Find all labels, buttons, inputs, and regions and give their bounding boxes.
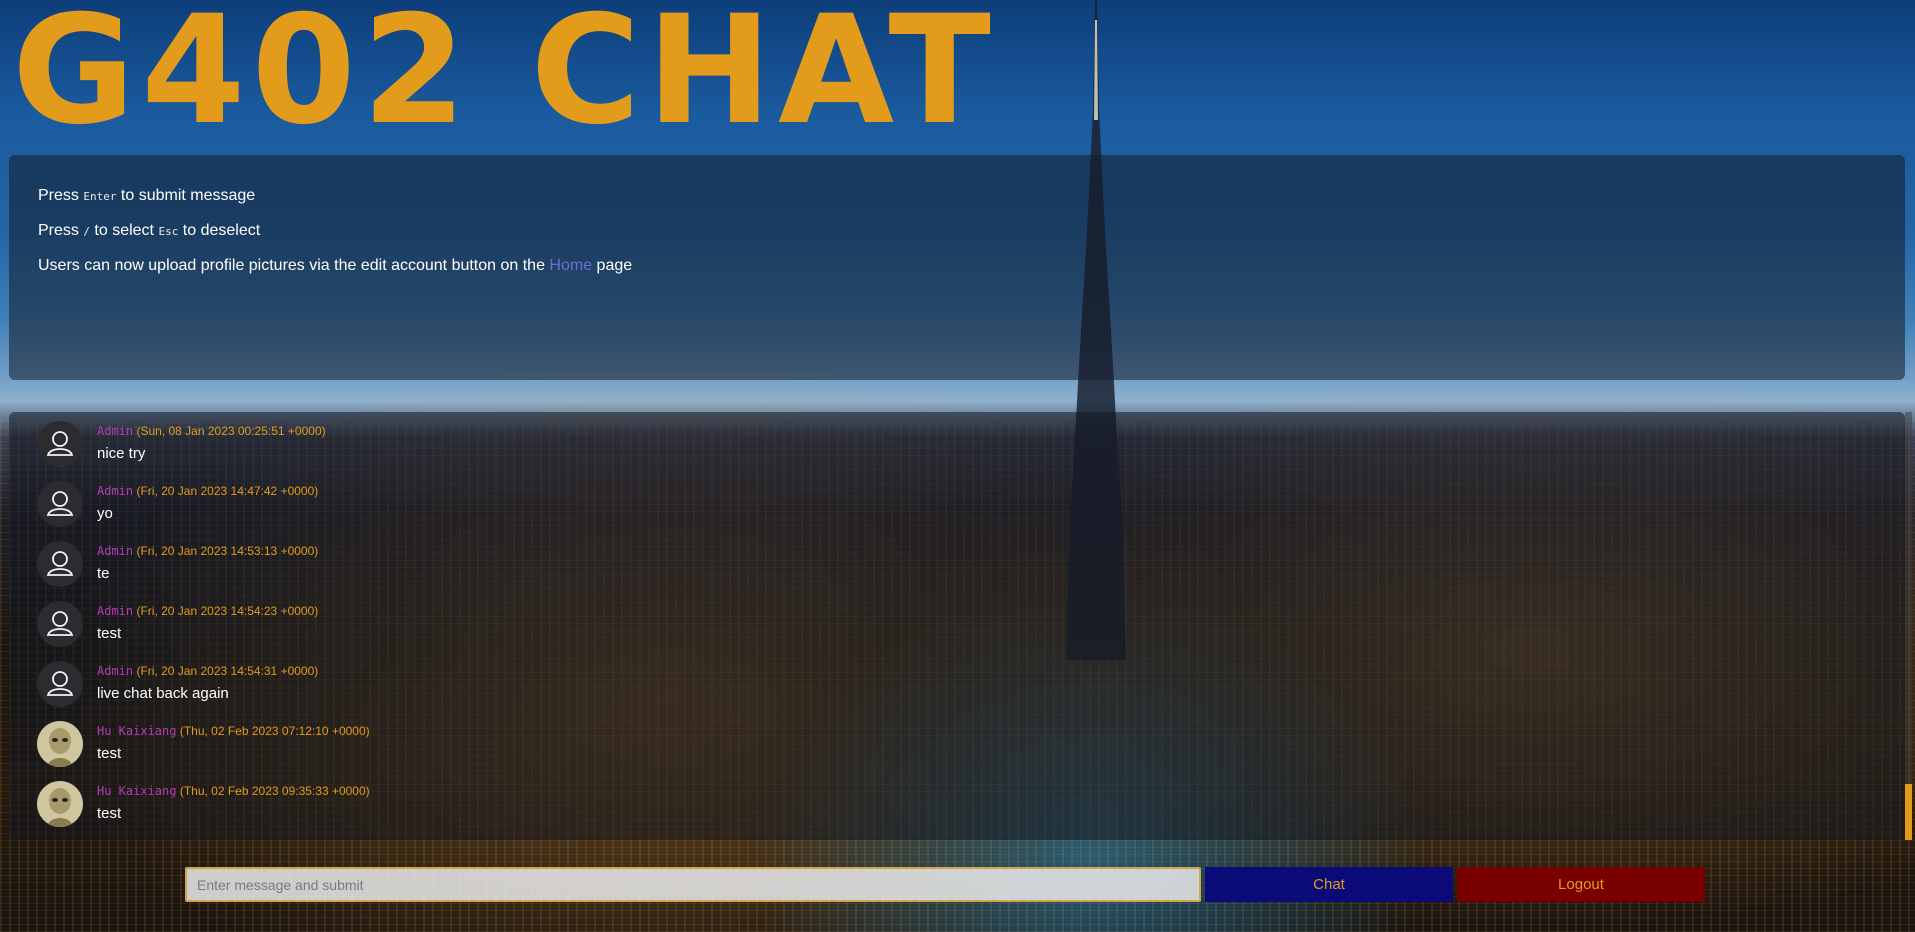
message-author: Admin [97,484,134,498]
key-enter: Enter [83,190,117,203]
chat-button[interactable]: Chat [1205,867,1453,902]
message-text: test [97,745,122,762]
message-list-scrollbar[interactable] [1905,412,1912,840]
message-item: Admin (Fri, 20 Jan 2023 14:53:13 +0000) … [37,541,1905,601]
info-line-select: Press / to select Esc to deselect [38,222,261,239]
info-line-submit: Press Enter to submit message [38,187,256,204]
message-item: Hu Kaixiang (Thu, 02 Feb 2023 07:12:10 +… [37,721,1905,781]
app-title: G402 CHAT [12,0,997,158]
message-text: live chat back again [97,685,229,702]
message-author: Admin [97,544,134,558]
default-user-icon [37,601,83,647]
message-author: Admin [97,424,134,438]
default-user-icon [37,421,83,467]
key-esc: Esc [158,225,179,238]
info-panel: Press Enter to submit message Press / to… [9,155,1905,380]
profile-photo [37,781,83,827]
message-timestamp: (Fri, 20 Jan 2023 14:54:23 +0000) [136,604,319,618]
message-item: Admin (Fri, 20 Jan 2023 14:47:42 +0000) … [37,481,1905,541]
default-user-icon [37,661,83,707]
scrollbar-thumb[interactable] [1905,784,1912,840]
message-text: nice try [97,445,146,462]
message-author: Hu Kaixiang [97,724,177,738]
message-meta: Hu Kaixiang (Thu, 02 Feb 2023 09:35:33 +… [97,781,1905,799]
message-meta: Admin (Fri, 20 Jan 2023 14:54:31 +0000) [97,661,1905,679]
info-line-profile: Users can now upload profile pictures vi… [38,257,633,274]
message-text: te [97,565,110,582]
message-item: Admin (Fri, 20 Jan 2023 14:54:31 +0000) … [37,661,1905,721]
message-meta: Admin (Fri, 20 Jan 2023 14:54:23 +0000) [97,601,1905,619]
profile-photo [37,721,83,767]
message-meta: Admin (Fri, 20 Jan 2023 14:53:13 +0000) [97,541,1905,559]
home-link[interactable]: Home [549,257,592,274]
message-timestamp: (Thu, 02 Feb 2023 09:35:33 +0000) [179,784,370,798]
message-text: test [97,805,122,822]
message-input[interactable] [185,867,1201,902]
message-timestamp: (Fri, 20 Jan 2023 14:54:31 +0000) [136,664,319,678]
message-meta: Hu Kaixiang (Thu, 02 Feb 2023 07:12:10 +… [97,721,1905,739]
message-meta: Admin (Sun, 08 Jan 2023 00:25:51 +0000) [97,421,1905,439]
message-composer: Chat Logout [185,867,1705,902]
message-meta: Admin (Fri, 20 Jan 2023 14:47:42 +0000) [97,481,1905,499]
message-timestamp: (Sun, 08 Jan 2023 00:25:51 +0000) [136,424,326,438]
message-timestamp: (Fri, 20 Jan 2023 14:47:42 +0000) [136,484,319,498]
logout-button[interactable]: Logout [1457,867,1705,902]
message-author: Hu Kaixiang [97,784,177,798]
message-text: test [97,625,122,642]
message-item: Admin (Sun, 08 Jan 2023 00:25:51 +0000) … [37,421,1905,481]
message-author: Admin [97,664,134,678]
message-author: Admin [97,604,134,618]
message-item: Hu Kaixiang (Thu, 02 Feb 2023 09:35:33 +… [37,781,1905,840]
message-timestamp: (Thu, 02 Feb 2023 07:12:10 +0000) [179,724,370,738]
default-user-icon [37,541,83,587]
key-slash: / [83,225,90,238]
default-user-icon [37,481,83,527]
message-timestamp: (Fri, 20 Jan 2023 14:53:13 +0000) [136,544,319,558]
message-item: Admin (Fri, 20 Jan 2023 14:54:23 +0000) … [37,601,1905,661]
message-text: yo [97,505,113,522]
message-list[interactable]: Admin (Sun, 08 Jan 2023 00:25:51 +0000) … [9,412,1905,840]
